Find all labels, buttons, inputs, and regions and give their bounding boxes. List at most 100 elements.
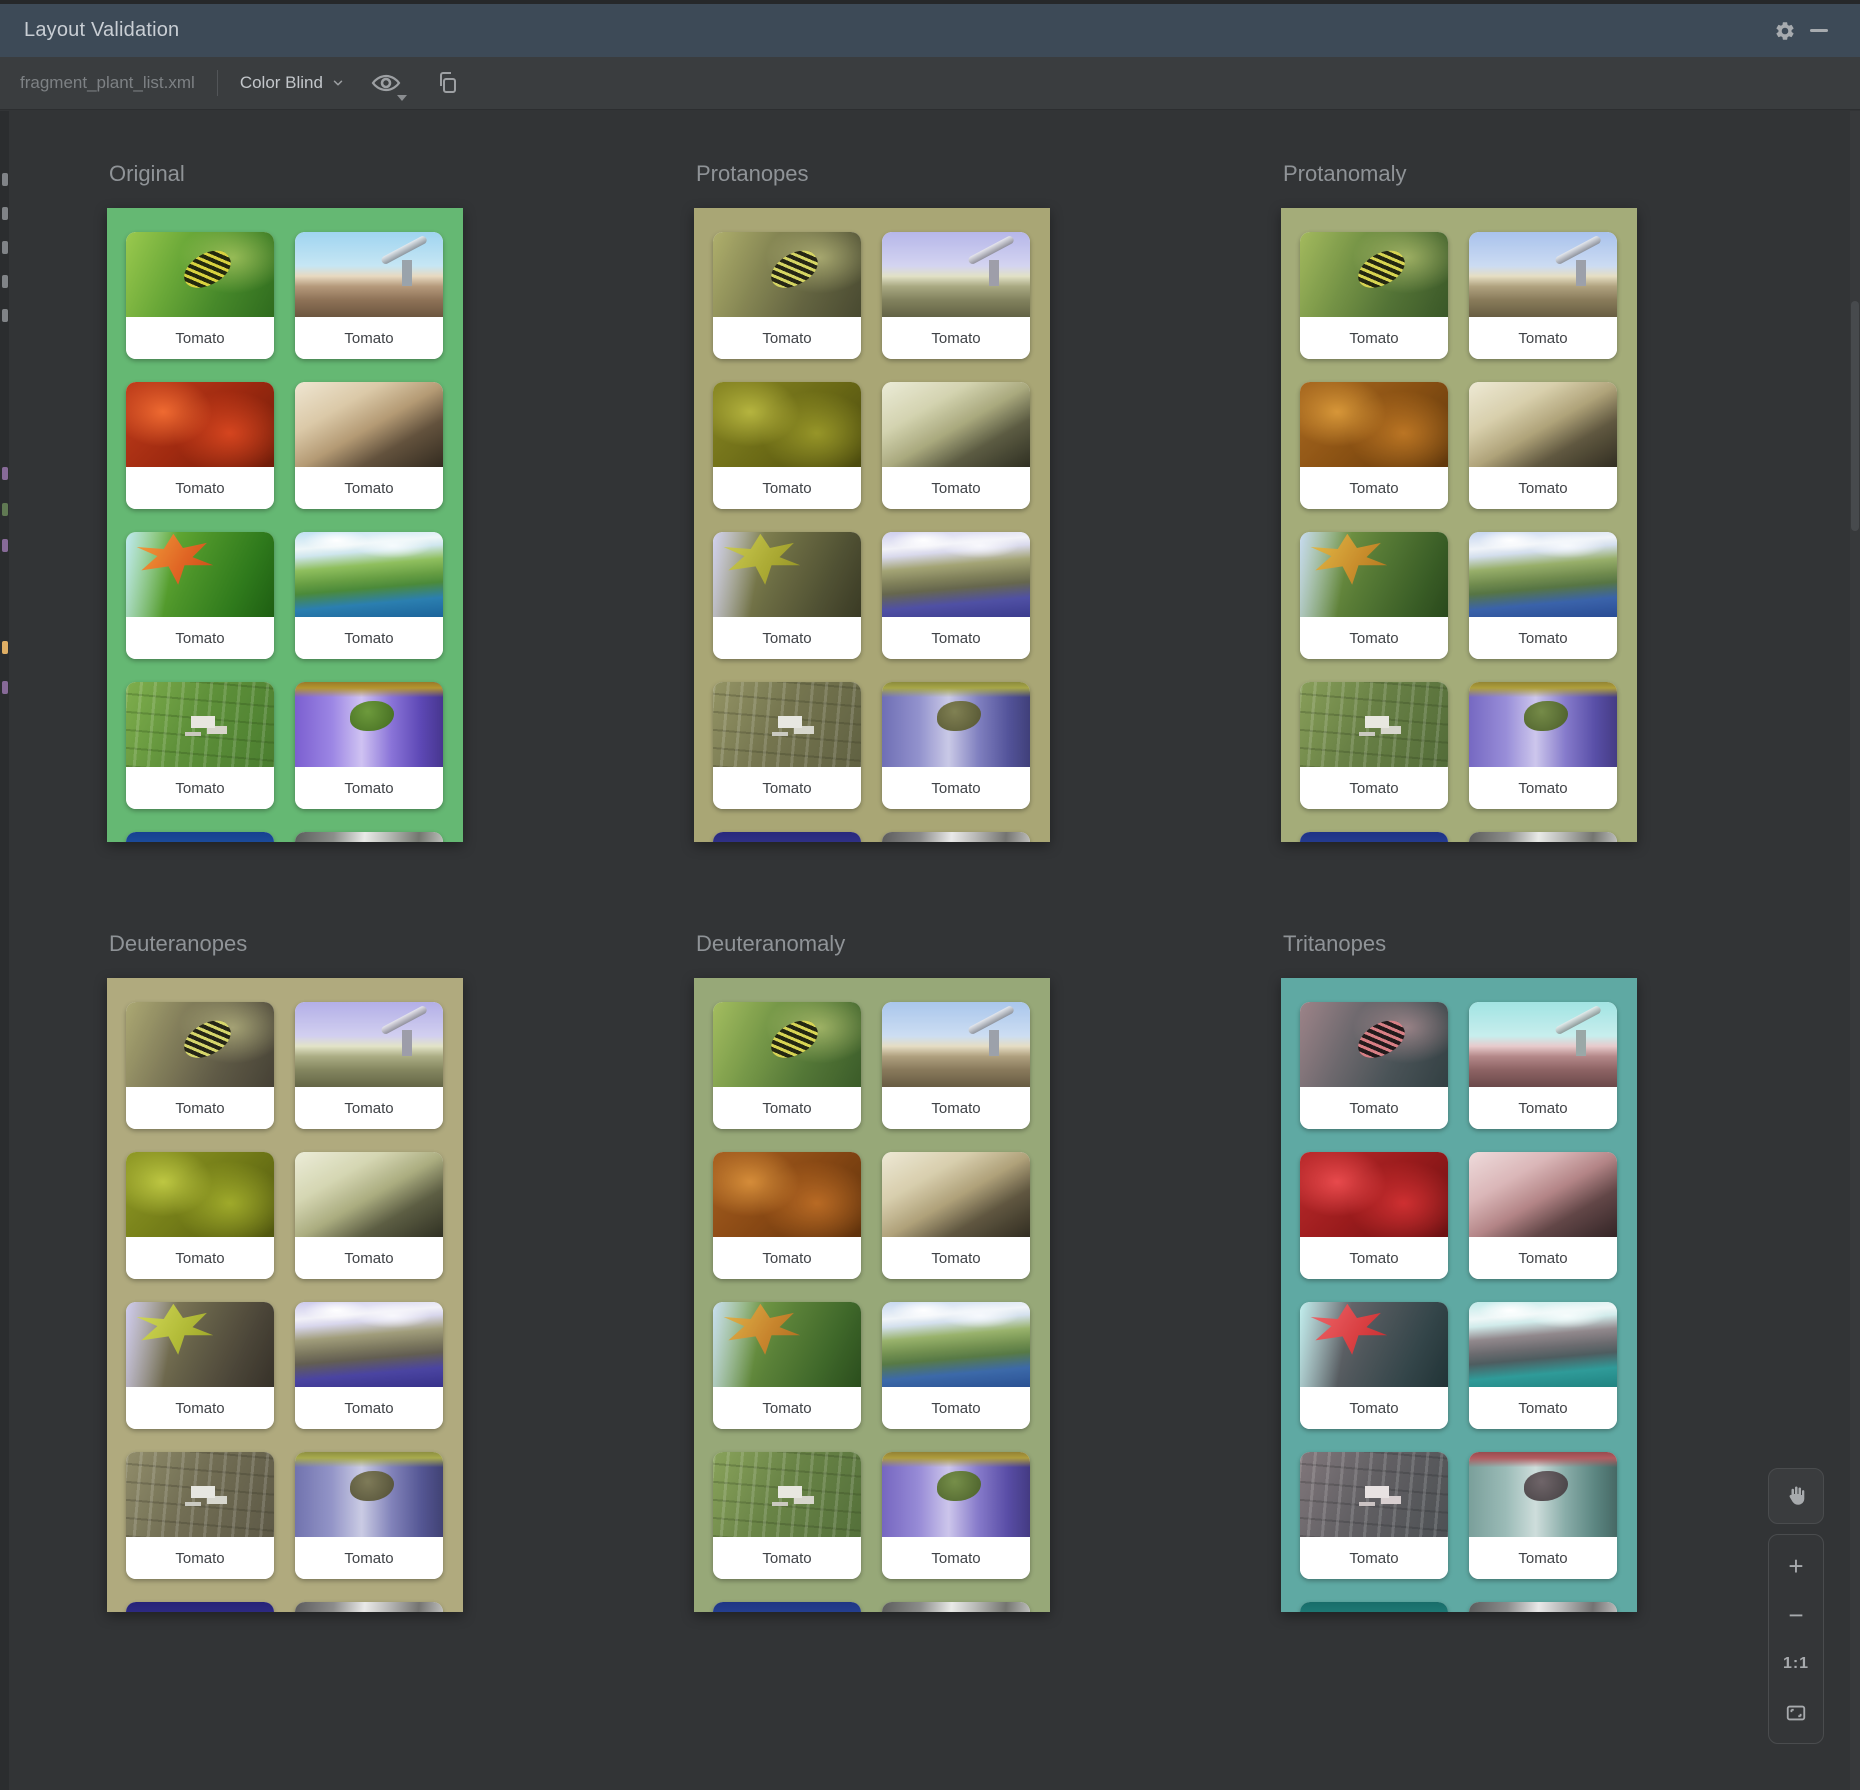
plant-card: Tomato	[1300, 532, 1448, 659]
gray-clouds-partial-thumb	[1469, 832, 1617, 842]
plant-card-label: Tomato	[882, 1387, 1030, 1429]
visibility-toggle-button[interactable]	[371, 71, 407, 95]
plant-card-label: Tomato	[126, 1537, 274, 1579]
panel-title: Protanopes	[696, 160, 1050, 188]
caterpillar-on-plant-thumb	[1300, 1002, 1448, 1087]
toolbar-divider	[217, 70, 218, 96]
layout-preview[interactable]: Tomato Tomato Tomato Tomato Tomato Tomat…	[107, 978, 463, 1612]
code-fragment-mark	[2, 503, 8, 516]
plant-card: Tomato	[882, 832, 1030, 842]
layout-preview[interactable]: Tomato Tomato Tomato Tomato Tomato Tomat…	[107, 208, 463, 842]
maple-leaf-on-green-thumb	[1300, 532, 1448, 617]
plant-card-grid: Tomato Tomato Tomato Tomato Tomato Tomat…	[694, 978, 1050, 1612]
simulation-panel-protanopes: Protanopes Tomato Tomato Tomato Tomato T…	[694, 160, 1050, 842]
purple-river-rapids-thumb	[882, 682, 1030, 767]
scrollbar-thumb[interactable]	[1851, 301, 1859, 531]
minimize-button[interactable]	[1802, 14, 1836, 48]
plant-card-label: Tomato	[295, 767, 443, 809]
dew-on-branch-thumb	[295, 382, 443, 467]
maple-leaf-on-green-thumb	[713, 532, 861, 617]
plant-card-grid: Tomato Tomato Tomato Tomato Tomato Tomat…	[107, 978, 463, 1612]
blue-sky-partial-thumb	[713, 832, 861, 842]
plant-card: Tomato	[713, 1602, 861, 1612]
zoom-in-button[interactable]: +	[1769, 1542, 1823, 1590]
plant-card: Tomato	[1300, 832, 1448, 842]
plant-card-label: Tomato	[713, 1237, 861, 1279]
plant-card: Tomato	[126, 1152, 274, 1279]
coastline-aerial-thumb	[882, 1302, 1030, 1387]
plant-card-grid: Tomato Tomato Tomato Tomato Tomato Tomat…	[1281, 208, 1637, 842]
fit-screen-icon	[1785, 1702, 1807, 1724]
plant-card: Tomato	[1300, 382, 1448, 509]
pan-button[interactable]	[1768, 1468, 1824, 1524]
dew-on-branch-thumb	[882, 382, 1030, 467]
dropdown-caret-icon	[397, 95, 407, 101]
plant-card-label: Tomato	[1469, 1537, 1617, 1579]
dew-on-branch-thumb	[1469, 382, 1617, 467]
plant-card: Tomato	[1469, 532, 1617, 659]
chevron-down-icon	[331, 76, 345, 90]
plant-card-label: Tomato	[1300, 317, 1448, 359]
plant-card: Tomato	[713, 1452, 861, 1579]
code-fragment-mark	[2, 309, 8, 322]
layout-preview[interactable]: Tomato Tomato Tomato Tomato Tomato Tomat…	[694, 978, 1050, 1612]
layout-preview[interactable]: Tomato Tomato Tomato Tomato Tomato Tomat…	[1281, 208, 1637, 842]
dew-on-branch-thumb	[1469, 1152, 1617, 1237]
panel-title: Tritanopes	[1283, 930, 1637, 958]
layout-preview[interactable]: Tomato Tomato Tomato Tomato Tomato Tomat…	[1281, 978, 1637, 1612]
plant-card-label: Tomato	[295, 1537, 443, 1579]
plant-card-label: Tomato	[882, 1237, 1030, 1279]
plant-card: Tomato	[882, 532, 1030, 659]
plant-card-label: Tomato	[1300, 1087, 1448, 1129]
red-maple-leaves-thumb	[1300, 1152, 1448, 1237]
plant-card: Tomato	[1469, 1002, 1617, 1129]
gray-clouds-partial-thumb	[295, 832, 443, 842]
dew-on-branch-thumb	[882, 1152, 1030, 1237]
plant-card-label: Tomato	[1469, 1237, 1617, 1279]
coastline-aerial-thumb	[295, 532, 443, 617]
plant-card-label: Tomato	[126, 767, 274, 809]
telescope-over-city-thumb	[295, 1002, 443, 1087]
tool-window-titlebar: Layout Validation	[0, 4, 1860, 57]
copy-button[interactable]	[433, 70, 459, 96]
plant-card: Tomato	[295, 1302, 443, 1429]
layout-preview[interactable]: Tomato Tomato Tomato Tomato Tomato Tomat…	[694, 208, 1050, 842]
plant-card-label: Tomato	[126, 317, 274, 359]
telescope-over-city-thumb	[295, 232, 443, 317]
eye-icon	[371, 71, 401, 95]
plant-card: Tomato	[713, 532, 861, 659]
hand-icon	[1784, 1484, 1808, 1508]
settings-button[interactable]	[1768, 14, 1802, 48]
blue-sky-partial-thumb	[126, 832, 274, 842]
plant-card-label: Tomato	[1300, 767, 1448, 809]
fit-to-screen-button[interactable]	[1769, 1689, 1823, 1737]
plant-card: Tomato	[295, 382, 443, 509]
code-fragment-mark	[2, 641, 8, 654]
plant-card: Tomato	[1469, 1452, 1617, 1579]
plant-card: Tomato	[295, 532, 443, 659]
caterpillar-on-plant-thumb	[126, 232, 274, 317]
plant-card-label: Tomato	[126, 1387, 274, 1429]
plant-card-label: Tomato	[1469, 1087, 1617, 1129]
plant-card-label: Tomato	[295, 1237, 443, 1279]
panel-title: Protanomaly	[1283, 160, 1637, 188]
farm-aerial-thumb	[1300, 1452, 1448, 1537]
plant-card-label: Tomato	[1300, 1237, 1448, 1279]
blue-sky-partial-thumb	[713, 1602, 861, 1612]
code-fragment-mark	[2, 681, 8, 694]
plant-card: Tomato	[882, 1152, 1030, 1279]
blue-sky-partial-thumb	[1300, 1602, 1448, 1612]
copy-icon	[433, 70, 459, 96]
actual-size-button[interactable]: 1:1	[1769, 1640, 1823, 1688]
maple-leaf-on-green-thumb	[126, 1302, 274, 1387]
plant-card-grid: Tomato Tomato Tomato Tomato Tomato Tomat…	[694, 208, 1050, 842]
zoom-out-button[interactable]: −	[1769, 1591, 1823, 1639]
plant-card-label: Tomato	[295, 1087, 443, 1129]
panel-title: Deuteranomaly	[696, 930, 1050, 958]
mode-selector-dropdown[interactable]: Color Blind	[240, 73, 345, 93]
editor-edge-sliver	[0, 111, 9, 1790]
gray-clouds-partial-thumb	[295, 1602, 443, 1612]
plant-card-label: Tomato	[295, 1387, 443, 1429]
plant-card: Tomato	[126, 832, 274, 842]
plant-card-label: Tomato	[713, 317, 861, 359]
